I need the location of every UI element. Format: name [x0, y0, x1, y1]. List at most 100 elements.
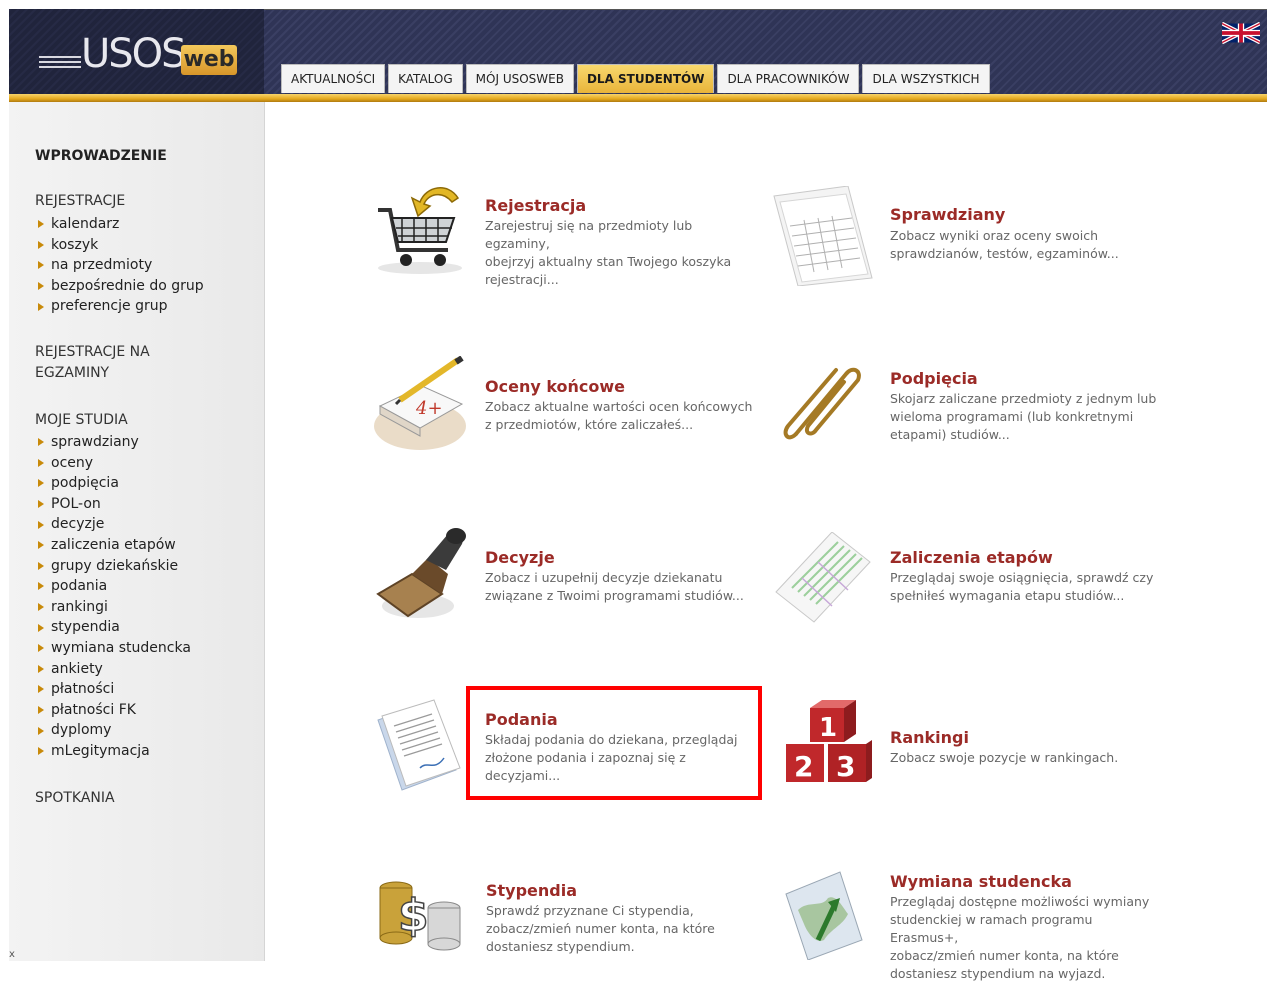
sidebar-item-kalendarz[interactable]: kalendarz: [35, 214, 204, 235]
sidebar-heading-moje-studia[interactable]: MOJE STUDIA: [35, 410, 128, 431]
map-arrow-icon[interactable]: [778, 870, 868, 960]
sidebar-item-grupy[interactable]: grupy dziekańskie: [35, 556, 191, 577]
sidebar-item-rankingi[interactable]: rankingi: [35, 597, 191, 618]
tile-title-wymiana-studencka[interactable]: Wymiana studencka: [890, 872, 1072, 891]
sidebar-item-decyzje[interactable]: decyzje: [35, 514, 191, 535]
rank-digit-label: 3: [836, 750, 855, 783]
document-icon[interactable]: [372, 698, 466, 794]
highlight-box: [466, 686, 762, 800]
sidebar-item-label: oceny: [51, 454, 94, 471]
arrow-bullet-icon: [38, 582, 44, 591]
tab-moj-usosweb[interactable]: MÓJ USOSWEB: [465, 64, 574, 93]
tile-desc-line: Zarejestruj się na przedmioty lub egzami…: [485, 218, 693, 251]
tile-desc-stypendia: Sprawdź przyznane Ci stypendia, zobacz/z…: [486, 902, 756, 956]
paperclip-icon[interactable]: [780, 360, 870, 445]
sidebar-item-sprawdziany[interactable]: sprawdziany: [35, 432, 191, 453]
tile-title-podpiecia[interactable]: Podpięcia: [890, 369, 978, 388]
sidebar-item-label: POL-on: [51, 495, 101, 512]
arrow-bullet-icon: [38, 282, 44, 291]
tile-desc-rankingi: Zobacz swoje pozycje w rankingach.: [890, 749, 1160, 767]
tab-dla-studentow[interactable]: DLA STUDENTÓW: [576, 64, 715, 93]
arrow-bullet-icon: [38, 603, 44, 612]
sidebar-item-label: płatności FK: [51, 701, 136, 718]
logo[interactable]: USOS web: [9, 9, 264, 94]
sidebar-item-na-przedmioty[interactable]: na przedmioty: [35, 255, 204, 276]
test-sheets-icon[interactable]: [768, 186, 878, 286]
grade-value-label: 4+: [415, 398, 443, 419]
sidebar-item-label: ankiety: [51, 660, 103, 677]
tile-desc-line: dostaniesz stypendium na wyjazd.: [890, 966, 1106, 981]
sidebar-heading-spotkania[interactable]: SPOTKANIA: [35, 788, 115, 809]
shopping-cart-icon[interactable]: [368, 180, 468, 280]
tab-dla-pracownikow[interactable]: DLA PRACOWNIKÓW: [717, 64, 860, 93]
sidebar-item-label: stypendia: [51, 619, 120, 636]
tile-title-zaliczenia-etapow[interactable]: Zaliczenia etapów: [890, 548, 1053, 567]
tile-title-rejestracja[interactable]: Rejestracja: [485, 196, 586, 215]
sidebar-item-label: na przedmioty: [51, 257, 153, 274]
uk-flag-icon[interactable]: [1222, 22, 1260, 44]
sidebar-heading-egzaminy[interactable]: REJESTRACJE NA EGZAMINY: [35, 342, 150, 384]
sidebar-item-pol-on[interactable]: POL-on: [35, 494, 191, 515]
tile-desc-line: obejrzyj aktualny stan Twojego koszyka: [485, 254, 732, 269]
sidebar-list-moje-studia: sprawdziany oceny podpięcia POL-on decyz…: [35, 432, 191, 762]
sidebar-item-label: sprawdziany: [51, 434, 139, 450]
arrow-bullet-icon: [38, 685, 44, 694]
tile-desc-zaliczenia-etapow: Przeglądaj swoje osiągnięcia, sprawdź cz…: [890, 569, 1160, 605]
tile-desc-line: Zobacz aktualne wartości ocen końcowych: [485, 399, 753, 414]
coins-dollar-icon[interactable]: $: [374, 868, 466, 956]
tile-title-decyzje[interactable]: Decyzje: [485, 548, 555, 567]
sidebar-item-stypendia[interactable]: stypendia: [35, 617, 191, 638]
tab-aktualnosci[interactable]: AKTUALNOŚCI: [281, 64, 386, 93]
sidebar-item-label: mLegitymacja: [51, 742, 150, 759]
sidebar-item-zaliczenia[interactable]: zaliczenia etapów: [35, 535, 191, 556]
sidebar-item-label: preferencje grup: [51, 298, 168, 315]
tile-desc-wymiana-studencka: Przeglądaj dostępne możliwości wymiany s…: [890, 893, 1160, 983]
ranking-podium-icon[interactable]: 1 2 3: [784, 700, 874, 784]
stamp-icon[interactable]: [372, 524, 472, 624]
logo-text: USOS: [81, 31, 187, 77]
sidebar-item-podania[interactable]: podania: [35, 576, 191, 597]
sidebar-item-wymiana[interactable]: wymiana studencka: [35, 638, 191, 659]
tile-desc-line: Przeglądaj swoje osiągnięcia, sprawdź cz…: [890, 570, 1154, 585]
sidebar-item-label: zaliczenia etapów: [51, 536, 176, 553]
sidebar-item-preferencje[interactable]: preferencje grup: [35, 296, 204, 317]
tile-title-rankingi[interactable]: Rankingi: [890, 728, 969, 747]
tile-desc-line: dostaniesz stypendium.: [486, 939, 635, 954]
tile-desc-line: etapami) studiów...: [890, 427, 1010, 442]
sidebar-item-podpiecia[interactable]: podpięcia: [35, 473, 191, 494]
sidebar-item-bezposrednie[interactable]: bezpośrednie do grup: [35, 276, 204, 297]
arrow-bullet-icon: [38, 500, 44, 509]
sidebar-item-koszyk[interactable]: koszyk: [35, 235, 204, 256]
sidebar-item-platnosci[interactable]: płatności: [35, 679, 191, 700]
sidebar-item-platnosci-fk[interactable]: płatności FK: [35, 700, 191, 721]
arrow-bullet-icon: [38, 220, 44, 229]
sidebar-heading-rejestracje[interactable]: REJESTRACJE: [35, 191, 125, 212]
arrow-bullet-icon: [38, 541, 44, 550]
arrow-bullet-icon: [38, 438, 44, 447]
tab-dla-wszystkich[interactable]: DLA WSZYSTKICH: [862, 64, 990, 93]
sidebar-item-dyplomy[interactable]: dyplomy: [35, 720, 191, 741]
arrow-bullet-icon: [38, 240, 44, 249]
tab-katalog[interactable]: KATALOG: [388, 64, 463, 93]
sidebar-item-ankiety[interactable]: ankiety: [35, 659, 191, 680]
grade-notebook-icon[interactable]: 4+: [370, 356, 470, 452]
tile-desc-line: Przeglądaj dostępne możliwości wymiany: [890, 894, 1150, 909]
tile-desc-line: Sprawdź przyznane Ci stypendia,: [486, 903, 694, 918]
tile-title-stypendia[interactable]: Stypendia: [486, 881, 577, 900]
arrow-bullet-icon: [38, 561, 44, 570]
arrow-bullet-icon: [38, 479, 44, 488]
spreadsheet-icon[interactable]: [772, 532, 872, 624]
tile-desc-decyzje: Zobacz i uzupełnij decyzje dziekanatu zw…: [485, 569, 755, 605]
sidebar-item-label: podpięcia: [51, 475, 119, 492]
tile-desc-line: studenckiej w ramach programu Erasmus+,: [890, 912, 1093, 945]
sidebar-intro-link[interactable]: WPROWADZENIE: [35, 148, 167, 164]
logo-badge: web: [181, 45, 237, 75]
tile-title-sprawdziany[interactable]: Sprawdziany: [890, 205, 1005, 224]
tile-desc-sprawdziany: Zobacz wyniki oraz oceny swoich sprawdzi…: [890, 227, 1160, 263]
sidebar-item-oceny[interactable]: oceny: [35, 453, 191, 474]
sidebar-item-label: decyzje: [51, 516, 105, 533]
tile-title-oceny-koncowe[interactable]: Oceny końcowe: [485, 377, 625, 396]
sidebar-item-label: bezpośrednie do grup: [51, 277, 204, 294]
tile-desc-line: sprawdzianów, testów, egzaminów...: [890, 246, 1119, 261]
sidebar-item-mlegitymacja[interactable]: mLegitymacja: [35, 741, 191, 762]
